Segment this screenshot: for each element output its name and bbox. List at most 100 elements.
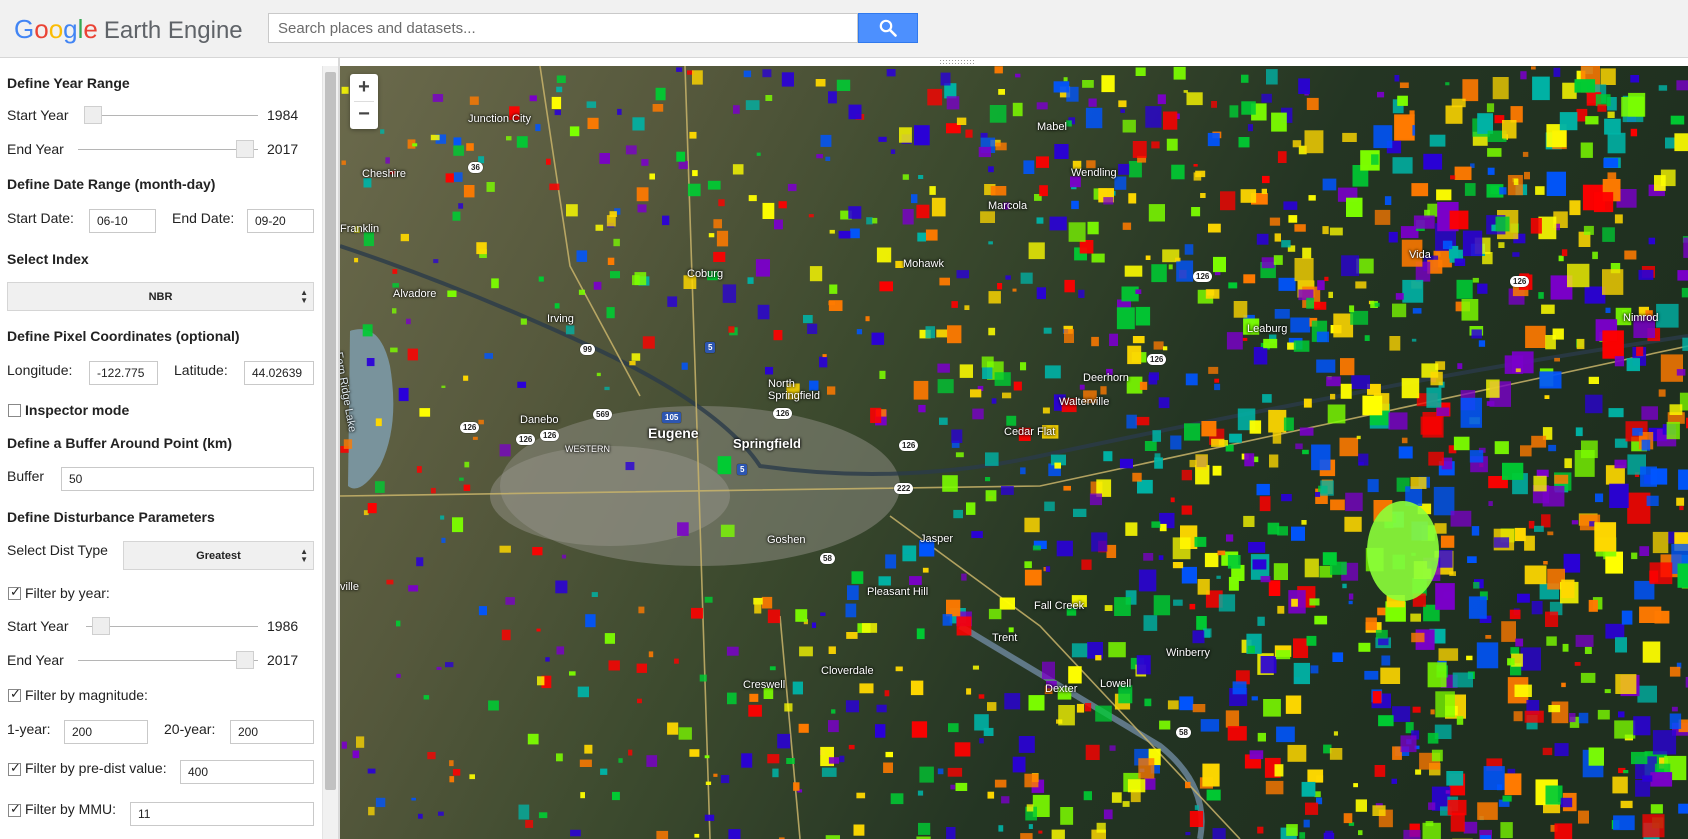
map-view[interactable]: + − Junction City Cheshire Franklin Alva…	[340, 66, 1688, 839]
disturbance-patch	[1351, 375, 1370, 389]
disturbance-patch	[1191, 207, 1201, 217]
mmu-input[interactable]	[130, 802, 314, 826]
end-year-slider-thumb[interactable]	[236, 140, 254, 158]
latitude-input[interactable]	[244, 361, 314, 385]
longitude-input[interactable]	[89, 361, 158, 385]
disturbance-patch	[705, 781, 712, 785]
dist-type-select[interactable]: Greatest ▲ ▼	[123, 541, 314, 570]
disturbance-patch	[1524, 171, 1530, 180]
disturbance-patch	[1603, 158, 1619, 168]
disturbance-patch	[939, 277, 950, 286]
google-earth-engine-logo[interactable]: Google Earth Engine	[14, 14, 243, 44]
disturbance-patch	[491, 278, 499, 289]
filter-end-year-slider[interactable]	[78, 660, 258, 661]
disturbance-patch	[1575, 634, 1594, 647]
filter-mmu-checkbox[interactable]: ✓	[8, 801, 21, 817]
disturbance-patch	[1501, 621, 1516, 642]
disturbance-patch	[872, 217, 878, 224]
disturbance-patch	[438, 811, 444, 816]
disturbance-patch	[1486, 103, 1495, 113]
disturbance-patch	[1578, 810, 1589, 824]
disturbance-patch	[1283, 201, 1298, 210]
search-button[interactable]	[858, 13, 918, 43]
inspector-mode-checkbox[interactable]	[8, 404, 21, 417]
disturbance-patch	[1525, 325, 1546, 348]
disturbance-patch	[1194, 805, 1199, 810]
disturbance-patch	[848, 744, 855, 750]
disturbance-patch	[1456, 279, 1473, 299]
zoom-out-button[interactable]: −	[350, 101, 378, 128]
disturbance-patch	[1575, 427, 1583, 437]
disturbance-patch	[1607, 132, 1626, 154]
filter-start-year-slider[interactable]	[86, 626, 258, 627]
disturbance-patch	[922, 567, 929, 573]
filter-magnitude-checkbox[interactable]: ✓	[8, 686, 21, 702]
disturbance-patch	[595, 224, 604, 231]
disturbance-patch	[1013, 381, 1022, 391]
end-date-input[interactable]	[247, 209, 314, 233]
disturbance-map-layer	[340, 66, 1688, 839]
disturbance-patch	[580, 792, 585, 799]
disturbance-patch	[1631, 552, 1638, 560]
buffer-input[interactable]	[61, 467, 314, 491]
disturbance-patch	[385, 157, 390, 164]
disturbance-patch	[1341, 255, 1360, 277]
disturbance-patch	[1623, 770, 1629, 774]
filter-year-checkbox[interactable]: ✓	[8, 584, 21, 600]
end-year-slider[interactable]	[78, 149, 258, 150]
disturbance-patch	[728, 326, 735, 333]
splitter-grip-icon[interactable]	[940, 59, 980, 65]
disturbance-patch	[1294, 258, 1314, 282]
disturbance-patch	[1291, 598, 1298, 607]
search-input[interactable]	[269, 14, 857, 42]
disturbance-patch	[1273, 563, 1288, 580]
disturbance-patch	[1172, 562, 1184, 569]
disturbance-patch	[676, 151, 686, 162]
route-shield: 126	[1510, 276, 1530, 287]
disturbance-patch	[909, 576, 922, 585]
panel-scrollbar-thumb[interactable]	[325, 72, 336, 790]
filter-end-year-slider-thumb[interactable]	[236, 651, 254, 669]
one-year-input[interactable]	[64, 720, 148, 744]
disturbance-patch	[1042, 407, 1050, 414]
disturbance-patch	[1261, 188, 1267, 194]
disturbance-patch	[875, 724, 886, 738]
panel-scrollbar[interactable]	[322, 66, 338, 839]
disturbance-patch	[848, 104, 862, 120]
disturbance-patch	[1512, 252, 1520, 257]
disturbance-patch	[836, 79, 851, 91]
disturbance-patch	[825, 835, 840, 839]
disturbance-patch	[625, 462, 635, 471]
disturbance-patch	[1051, 829, 1065, 839]
start-date-input[interactable]	[89, 209, 156, 233]
disturbance-patch	[919, 766, 934, 783]
disturbance-patch	[1001, 796, 1010, 804]
filter-start-year-slider-thumb[interactable]	[92, 617, 110, 635]
disturbance-patch	[556, 646, 565, 655]
disturbance-patch	[1569, 713, 1576, 723]
filter-predist-checkbox[interactable]: ✓	[8, 760, 21, 776]
start-year-slider-thumb[interactable]	[84, 106, 102, 124]
disturbance-patch	[1477, 802, 1498, 820]
disturbance-patch	[1268, 580, 1281, 596]
disturbance-patch	[535, 124, 541, 132]
disturbance-patch	[1450, 812, 1465, 832]
zoom-in-button[interactable]: +	[350, 74, 378, 101]
disturbance-patch	[1020, 833, 1033, 839]
disturbance-patch	[1676, 369, 1686, 376]
predist-input[interactable]	[180, 760, 314, 784]
disturbance-patch	[884, 690, 890, 697]
disturbance-patch	[537, 676, 545, 686]
disturbance-patch	[1154, 457, 1163, 469]
disturbance-patch	[1378, 715, 1394, 727]
disturbance-patch	[1111, 792, 1122, 803]
disturbance-patch	[937, 363, 950, 373]
disturbance-patch	[1020, 467, 1026, 475]
disturbance-patch	[1345, 492, 1363, 512]
disturbance-patch	[1624, 250, 1637, 260]
disturbance-patch	[1020, 272, 1033, 284]
index-select[interactable]: NBR ▲ ▼	[7, 282, 314, 311]
disturbance-patch	[1588, 376, 1599, 384]
twenty-year-input[interactable]	[230, 720, 314, 744]
start-year-slider[interactable]	[84, 115, 258, 116]
